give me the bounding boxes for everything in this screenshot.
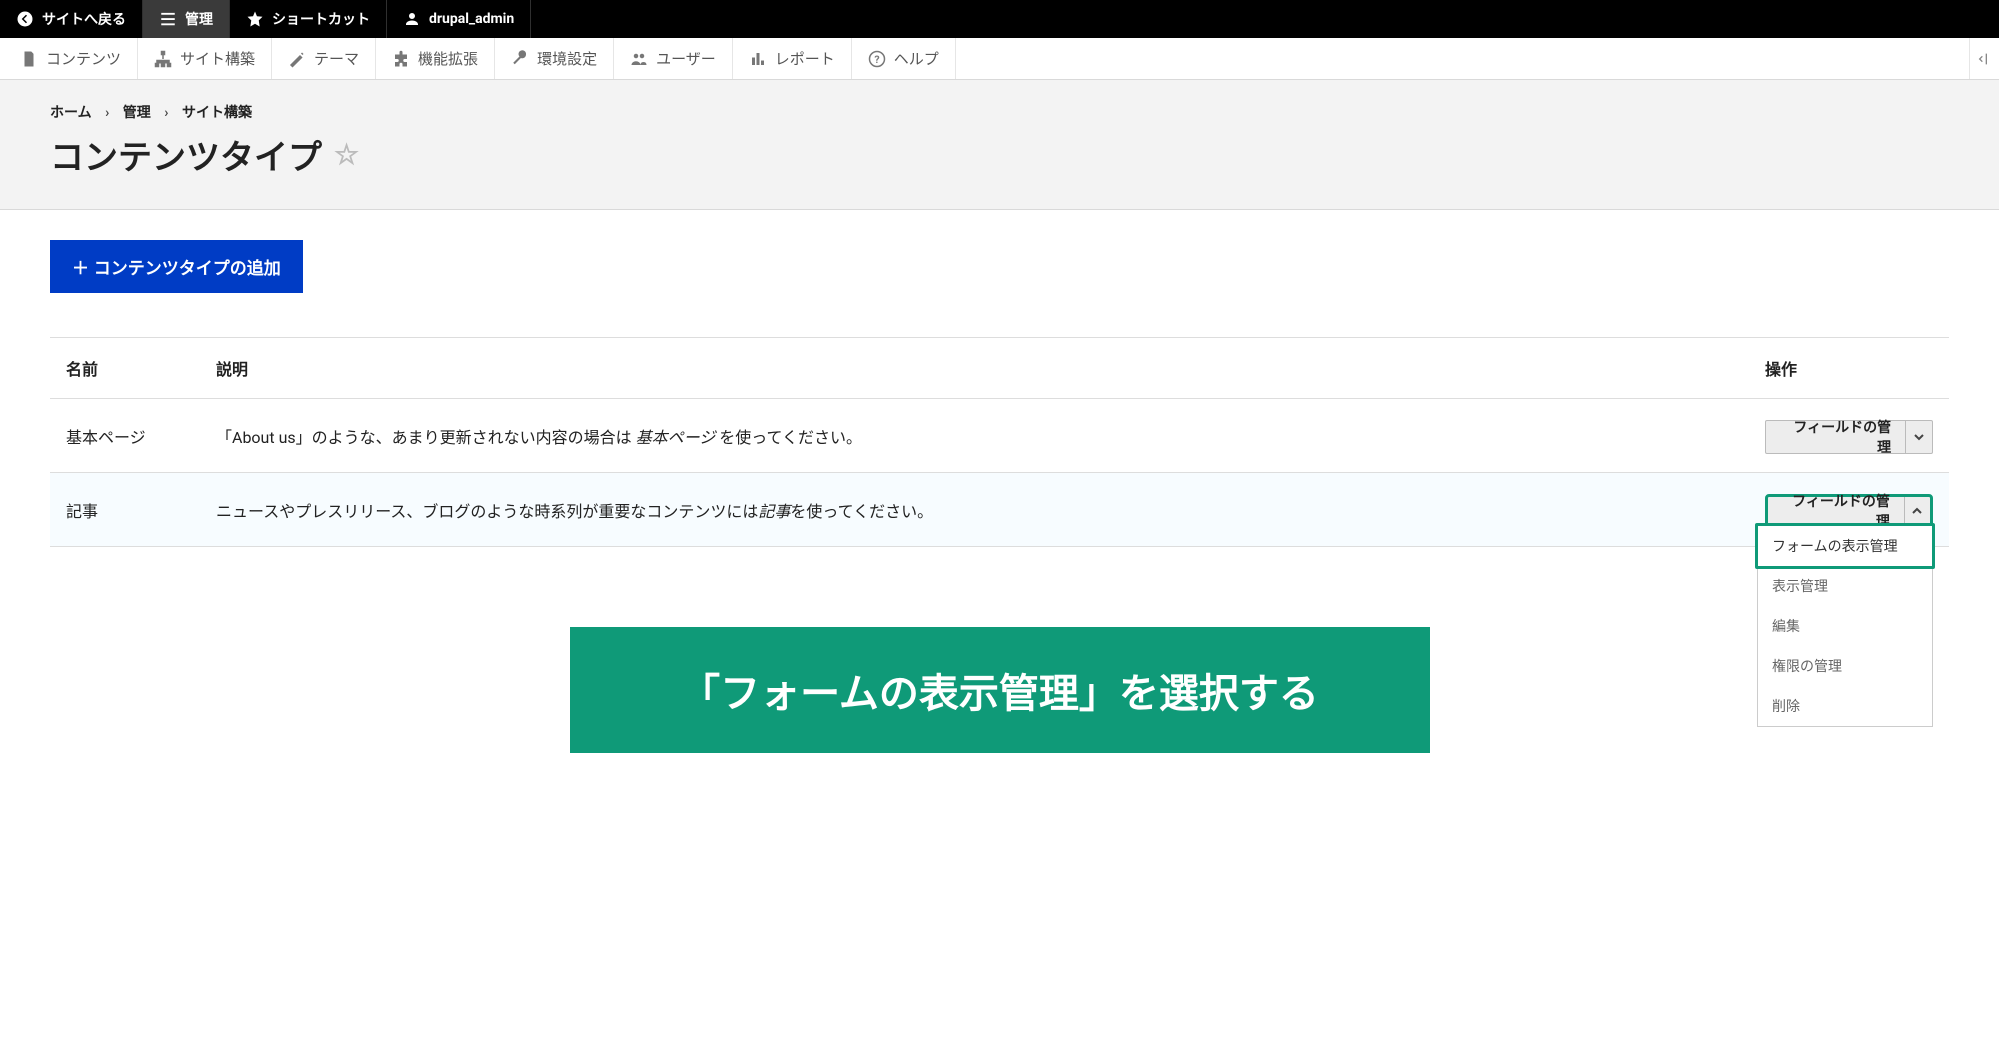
breadcrumb-sep: › [105,105,109,121]
user-button[interactable]: drupal_admin [387,0,531,38]
add-content-type-button[interactable]: ＋ コンテンツタイプの追加 [50,240,303,293]
content-types-table: 名前 説明 操作 基本ページ 「About us」のような、あまり更新されない内… [50,337,1949,547]
svg-text:?: ? [874,52,879,65]
type-name: 記事 [50,473,200,547]
menu-people[interactable]: ユーザー [614,38,733,79]
back-to-site-label: サイトへ戻る [42,9,126,29]
manage-button[interactable]: 管理 [143,0,230,38]
menu-config-label: 環境設定 [537,48,597,69]
operations-splitbutton: フィールドの管理 [1765,420,1933,454]
dropdown-permissions[interactable]: 権限の管理 [1758,646,1932,686]
structure-icon [154,50,172,68]
people-icon [630,50,648,68]
breadcrumb: ホーム › 管理 › サイト構築 [50,102,1949,122]
type-description: 「About us」のような、あまり更新されない内容の場合は 基本ページ を使っ… [200,399,1749,473]
annotation-callout: 「フォームの表示管理」を選択する [570,627,1430,753]
user-icon [403,10,421,28]
manage-fields-button[interactable]: フィールドの管理 [1768,497,1905,525]
menu-reports-label: レポート [775,48,835,69]
shortcuts-label: ショートカット [272,9,370,29]
help-icon: ? [868,50,886,68]
menu-extend[interactable]: 機能拡張 [376,38,495,79]
user-label: drupal_admin [429,11,514,27]
menu-appearance-label: テーマ [314,48,359,69]
column-header-op: 操作 [1749,338,1949,399]
dropdown-display[interactable]: 表示管理 [1758,566,1932,606]
menu-config[interactable]: 環境設定 [495,38,614,79]
menu-reports[interactable]: レポート [733,38,852,79]
type-description: ニュースやプレスリリース、ブログのような時系列が重要なコンテンツには記事を使って… [200,473,1749,547]
breadcrumb-sep: › [164,105,168,121]
back-to-site-button[interactable]: サイトへ戻る [0,0,143,38]
collapse-button[interactable] [1969,38,1999,79]
operations-dropdown: フォームの表示管理 表示管理 編集 権限の管理 削除 [1757,525,1933,727]
page-title: コンテンツタイプ ☆ [50,130,1949,179]
dropdown-toggle[interactable] [1906,421,1932,453]
menu-content[interactable]: コンテンツ [4,38,138,79]
menu-help[interactable]: ? ヘルプ [852,38,956,79]
breadcrumb-manage[interactable]: 管理 [123,105,151,121]
breadcrumb-structure[interactable]: サイト構築 [182,105,252,121]
menu-extend-label: 機能拡張 [418,48,478,69]
manage-fields-button[interactable]: フィールドの管理 [1766,421,1906,453]
back-arrow-icon [16,10,34,28]
wand-icon [288,50,306,68]
type-name: 基本ページ [50,399,200,473]
column-header-name: 名前 [50,338,200,399]
menu-appearance[interactable]: テーマ [272,38,376,79]
dropdown-toggle[interactable] [1905,497,1930,525]
column-header-desc: 説明 [200,338,1749,399]
file-icon [20,50,38,68]
menu-structure[interactable]: サイト構築 [138,38,272,79]
menu-structure-label: サイト構築 [180,48,255,69]
reports-icon [749,50,767,68]
star-icon [246,10,264,28]
page-title-text: コンテンツタイプ [50,130,322,179]
manage-label: 管理 [185,9,213,29]
breadcrumb-home[interactable]: ホーム [50,105,92,121]
shortcuts-button[interactable]: ショートカット [230,0,387,38]
menu-help-label: ヘルプ [894,48,939,69]
table-row: 基本ページ 「About us」のような、あまり更新されない内容の場合は 基本ペ… [50,399,1949,473]
wrench-icon [511,50,529,68]
hamburger-icon [159,10,177,28]
puzzle-icon [392,50,410,68]
dropdown-delete[interactable]: 削除 [1758,686,1932,726]
dropdown-form-display[interactable]: フォームの表示管理 [1755,523,1935,569]
menu-people-label: ユーザー [656,48,716,69]
table-row: 記事 ニュースやプレスリリース、ブログのような時系列が重要なコンテンツには記事を… [50,473,1949,547]
menu-content-label: コンテンツ [46,48,121,69]
dropdown-edit[interactable]: 編集 [1758,606,1932,646]
star-icon[interactable]: ☆ [334,138,359,171]
